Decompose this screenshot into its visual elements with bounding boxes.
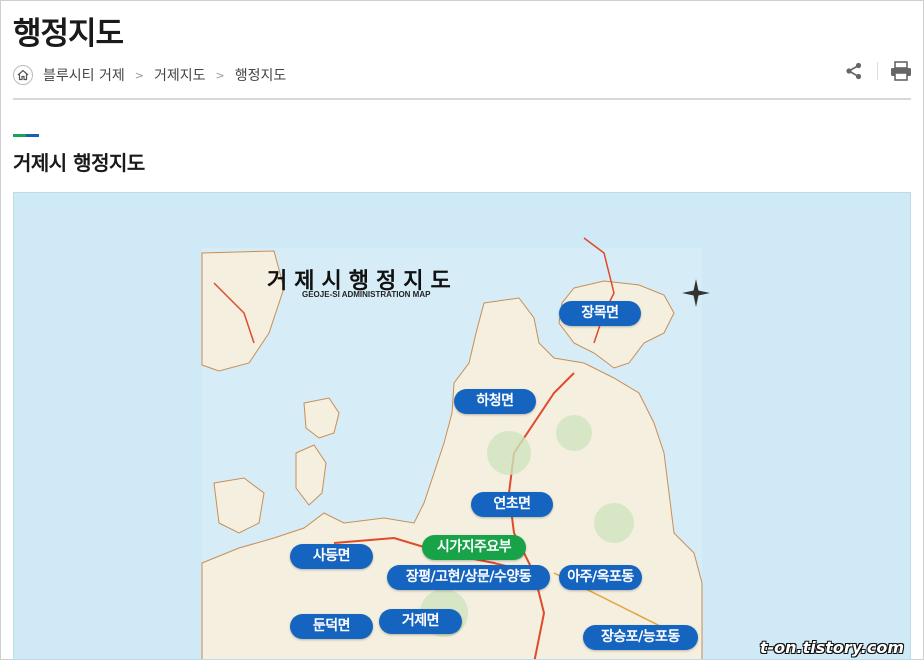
page-title: 행정지도 bbox=[13, 16, 124, 52]
breadcrumb-item-geoje-map[interactable]: 거제지도 bbox=[154, 65, 206, 85]
section-title: 거제시 행정지도 bbox=[13, 151, 145, 175]
watermark: t-on.tistory.com bbox=[759, 638, 904, 657]
breadcrumb-item-admin-map[interactable]: 행정지도 bbox=[235, 65, 287, 85]
print-icon[interactable] bbox=[890, 60, 912, 82]
terrain-hill bbox=[556, 415, 592, 451]
region-label-sadeung[interactable]: 사등면 bbox=[290, 544, 373, 569]
breadcrumb: 블루시티 거제 > 거제지도 > 행정지도 bbox=[13, 64, 286, 86]
header-divider bbox=[13, 98, 911, 100]
admin-map[interactable]: 거제시행정지도 GEOJE-SI ADMINISTRATION MAP 장목면 … bbox=[13, 192, 911, 660]
breadcrumb-separator: > bbox=[134, 68, 144, 82]
region-label-jangseungpo[interactable]: 장승포/능포동 bbox=[583, 625, 698, 650]
region-label-dundeok[interactable]: 둔덕면 bbox=[290, 614, 373, 639]
region-label-jangpyeong[interactable]: 장평/고현/상문/수양동 bbox=[387, 565, 550, 590]
region-label-aju[interactable]: 아주/옥포동 bbox=[559, 565, 642, 590]
breadcrumb-separator: > bbox=[215, 68, 225, 82]
region-label-yeoncho[interactable]: 연초면 bbox=[471, 492, 553, 517]
share-icon[interactable] bbox=[843, 60, 865, 82]
region-label-sigaji[interactable]: 시가지주요부 bbox=[422, 535, 526, 560]
tool-divider bbox=[877, 62, 878, 80]
terrain-hill bbox=[487, 431, 531, 475]
map-subtitle: GEOJE-SI ADMINISTRATION MAP bbox=[302, 290, 431, 299]
region-label-hacheong[interactable]: 하청면 bbox=[454, 389, 536, 414]
breadcrumb-item-bluecity[interactable]: 블루시티 거제 bbox=[43, 65, 125, 85]
page-tools bbox=[843, 60, 912, 82]
region-label-jangmok[interactable]: 장목면 bbox=[559, 301, 641, 326]
terrain-hill bbox=[594, 503, 634, 543]
region-label-geoje[interactable]: 거제면 bbox=[379, 609, 462, 634]
section-accent-bar bbox=[13, 134, 39, 137]
home-icon[interactable] bbox=[13, 65, 33, 85]
